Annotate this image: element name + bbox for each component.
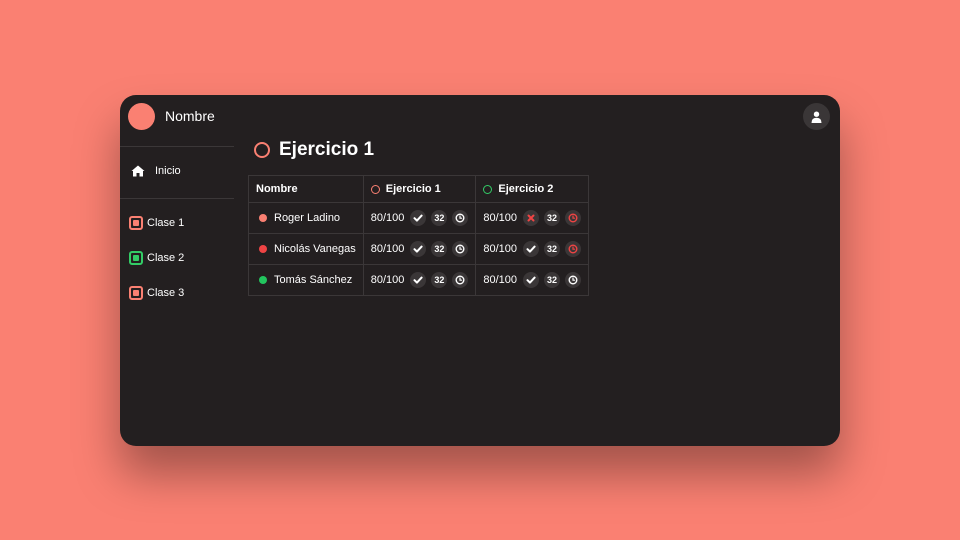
- column-header: Ejercicio 1: [362, 175, 477, 203]
- user-icon: [811, 111, 822, 123]
- sidebar-item-label: Clase 2: [147, 252, 185, 264]
- score-cell: 80/100 32: [362, 202, 477, 234]
- exercise-ring-icon: [254, 142, 270, 158]
- home-icon: [131, 165, 145, 177]
- clock-icon[interactable]: [452, 272, 469, 288]
- class-square-icon: [129, 251, 143, 265]
- score-cell: 80/100 32: [362, 233, 477, 265]
- sidebar-item-clase-3[interactable]: Clase 3: [129, 286, 184, 300]
- student-cell: Nicolás Vanegas: [248, 233, 364, 265]
- clock-icon[interactable]: [565, 210, 582, 226]
- score-cell: 80/100 32: [362, 264, 477, 296]
- table-row: Tomás Sánchez 80/100 32 80/100 32: [248, 264, 590, 296]
- clock-icon[interactable]: [452, 241, 469, 257]
- avatar[interactable]: [128, 103, 155, 130]
- app-window: Nombre Inicio Clase 1 Clase 2 Clase 3 Ejer…: [120, 95, 840, 446]
- page-title-text: Ejercicio 1: [279, 139, 375, 160]
- check-icon[interactable]: [523, 241, 540, 257]
- student-cell: Tomás Sánchez: [248, 264, 364, 296]
- sidebar-divider: [120, 198, 234, 199]
- clock-icon[interactable]: [452, 210, 469, 226]
- attempts-badge[interactable]: 32: [431, 272, 448, 288]
- score-cell: 80/100 32: [475, 233, 590, 265]
- column-header: Ejercicio 2: [475, 175, 590, 203]
- column-header-label: Nombre: [256, 183, 298, 195]
- column-header-label: Ejercicio 1: [385, 183, 441, 195]
- results-table: Nombre Ejercicio 1 Ejercicio 2 Roger Ladin…: [248, 175, 590, 296]
- attempts-badge[interactable]: 32: [431, 210, 448, 226]
- sidebar-item-clase-1[interactable]: Clase 1: [129, 216, 184, 230]
- score-text: 80/100: [483, 212, 518, 224]
- status-dot: [259, 214, 267, 222]
- student-cell: Roger Ladino: [248, 202, 364, 234]
- check-icon[interactable]: [410, 241, 427, 257]
- sidebar-item-clase-2[interactable]: Clase 2: [129, 251, 184, 265]
- clock-icon[interactable]: [565, 241, 582, 257]
- score-text: 80/100: [483, 243, 518, 255]
- column-header-label: Ejercicio 2: [498, 183, 554, 195]
- user-button[interactable]: [803, 103, 830, 130]
- sidebar-item-label: Inicio: [155, 165, 181, 177]
- check-icon[interactable]: [410, 210, 427, 226]
- exercise-ring-icon: [370, 184, 380, 194]
- student-name: Roger Ladino: [274, 212, 341, 224]
- student-name: Nicolás Vanegas: [274, 243, 356, 255]
- sidebar-item-inicio[interactable]: Inicio: [131, 165, 181, 177]
- attempts-badge[interactable]: 32: [431, 241, 448, 257]
- sidebar-item-label: Clase 3: [147, 287, 185, 299]
- class-square-icon: [129, 286, 143, 300]
- score-text: 80/100: [370, 243, 405, 255]
- sidebar-divider: [120, 146, 234, 147]
- table-row: Roger Ladino 80/100 32 80/100 32: [248, 202, 590, 234]
- exercise-ring-icon: [483, 184, 493, 194]
- close-icon[interactable]: [523, 210, 540, 226]
- score-text: 80/100: [483, 274, 518, 286]
- student-name: Tomás Sánchez: [274, 274, 353, 286]
- score-text: 80/100: [370, 274, 405, 286]
- score-cell: 80/100 32: [475, 202, 590, 234]
- page-title: Ejercicio 1: [254, 139, 374, 161]
- app-name: Nombre: [165, 108, 215, 124]
- status-dot: [259, 245, 267, 253]
- score-text: 80/100: [370, 212, 405, 224]
- clock-icon[interactable]: [565, 272, 582, 288]
- table-row: Nicolás Vanegas 80/100 32 80/100 32: [248, 233, 590, 265]
- sidebar-item-label: Clase 1: [147, 217, 185, 229]
- attempts-badge[interactable]: 32: [544, 210, 561, 226]
- attempts-badge[interactable]: 32: [544, 272, 561, 288]
- column-header: Nombre: [248, 175, 364, 203]
- status-dot: [259, 276, 267, 284]
- check-icon[interactable]: [410, 272, 427, 288]
- class-square-icon: [129, 216, 143, 230]
- check-icon[interactable]: [523, 272, 540, 288]
- attempts-badge[interactable]: 32: [544, 241, 561, 257]
- score-cell: 80/100 32: [475, 264, 590, 296]
